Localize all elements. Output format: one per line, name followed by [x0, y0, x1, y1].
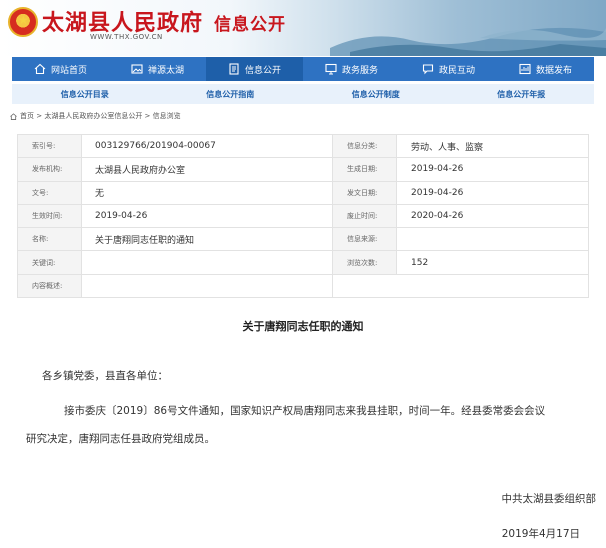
nav-label: 禅源太湖	[147, 65, 184, 76]
breadcrumb-text[interactable]: 首页 > 太湖县人民政府办公室信息公开 > 信息浏览	[20, 111, 181, 121]
table-row: 发布机构: 太湖县人民政府办公室 生成日期: 2019-04-26	[17, 157, 589, 182]
subnav-system[interactable]: 信息公开制度	[303, 89, 449, 100]
subnav-annual-report[interactable]: 信息公开年报	[449, 89, 595, 100]
meta-key: 发文日期:	[332, 180, 397, 205]
meta-key: 废止时间:	[332, 203, 397, 229]
table-row: 内容概述:	[17, 273, 589, 299]
meta-key: 文号:	[17, 180, 82, 205]
meta-key: 发布机构:	[17, 157, 82, 182]
nav-label: 信息公开	[244, 65, 281, 76]
main-nav: 网站首页 禅源太湖 信息公开 政务服务 政民互动 数据发布	[12, 57, 594, 81]
nav-data-release[interactable]: 数据发布	[497, 57, 594, 81]
sub-nav: 信息公开目录 信息公开指南 信息公开制度 信息公开年报	[12, 84, 594, 104]
document-icon	[229, 63, 239, 75]
meta-key: 关键词:	[17, 250, 82, 275]
meta-value: 太湖县人民政府办公室	[81, 157, 333, 182]
data-icon	[519, 63, 531, 75]
landscape-illustration	[330, 27, 606, 56]
meta-key: 生成日期:	[332, 157, 397, 182]
table-row: 生效时间: 2019-04-26 废止时间: 2020-04-26	[17, 203, 589, 229]
meta-value: 劳动、人事、监察	[396, 133, 589, 159]
article-body-line: 接市委庆〔2019〕86号文件通知，国家知识产权局唐翔同志来我县挂职，时间一年。…	[64, 405, 546, 417]
meta-value: 2020-04-26	[396, 203, 589, 229]
channel-title: 信息公开	[214, 15, 286, 35]
meta-value: 关于唐翔同志任职的通知	[81, 227, 333, 252]
meta-value: 2019-04-26	[81, 203, 333, 229]
chat-icon	[422, 64, 434, 75]
nav-label: 政务服务	[341, 65, 378, 76]
meta-value: 003129766/201904-00067	[81, 133, 333, 159]
subnav-guide[interactable]: 信息公开指南	[158, 89, 304, 100]
signature-organization: 中共太湖县委组织部	[501, 493, 597, 505]
meta-key: 名称:	[17, 227, 82, 252]
home-icon	[10, 112, 17, 120]
nav-interaction[interactable]: 政民互动	[400, 57, 497, 81]
meta-key: 生效时间:	[17, 203, 82, 229]
nav-home[interactable]: 网站首页	[12, 57, 109, 81]
meta-key: 索引号:	[17, 133, 82, 159]
image-icon	[131, 64, 143, 74]
meta-key: 浏览次数:	[332, 250, 397, 275]
home-icon	[34, 63, 46, 75]
site-url: WWW.THX.GOV.CN	[90, 33, 163, 41]
article-title: 关于唐翔同志任职的通知	[242, 320, 364, 333]
table-row: 名称: 关于唐翔同志任职的通知 信息来源:	[17, 227, 589, 252]
signature-date: 2019年4月17日	[501, 528, 580, 540]
table-row: 索引号: 003129766/201904-00067 信息分类: 劳动、人事、…	[17, 133, 589, 159]
meta-value: 无	[81, 180, 333, 205]
meta-value: 2019-04-26	[396, 157, 589, 182]
table-row: 文号: 无 发文日期: 2019-04-26	[17, 180, 589, 205]
meta-key: 信息来源:	[332, 227, 397, 252]
meta-value: 2019-04-26	[396, 180, 589, 205]
meta-value	[81, 273, 333, 299]
nav-label: 政民互动	[438, 65, 475, 76]
meta-value	[332, 273, 589, 299]
subnav-catalog[interactable]: 信息公开目录	[12, 89, 158, 100]
nav-label: 数据发布	[535, 65, 572, 76]
header-banner: 太湖县人民政府 WWW.THX.GOV.CN 信息公开	[0, 0, 606, 56]
meta-key: 信息分类:	[332, 133, 397, 159]
nav-chanyuan[interactable]: 禅源太湖	[109, 57, 206, 81]
metadata-table: 索引号: 003129766/201904-00067 信息分类: 劳动、人事、…	[17, 133, 589, 299]
table-row: 关键词: 浏览次数: 152	[17, 250, 589, 275]
nav-gov-service[interactable]: 政务服务	[303, 57, 400, 81]
meta-value	[81, 250, 333, 275]
monitor-icon	[325, 63, 337, 75]
article-salutation: 各乡镇党委，县直各单位：	[42, 370, 168, 382]
breadcrumb: 首页 > 太湖县人民政府办公室信息公开 > 信息浏览	[10, 111, 181, 121]
meta-value: 152	[396, 250, 589, 275]
national-emblem-icon	[8, 7, 38, 37]
nav-info-disclosure[interactable]: 信息公开	[206, 57, 303, 81]
meta-value	[396, 227, 589, 252]
meta-key: 内容概述:	[17, 273, 82, 299]
article-body-line: 研究决定，唐翔同志任县政府党组成员。	[26, 433, 215, 445]
nav-label: 网站首页	[50, 65, 87, 76]
